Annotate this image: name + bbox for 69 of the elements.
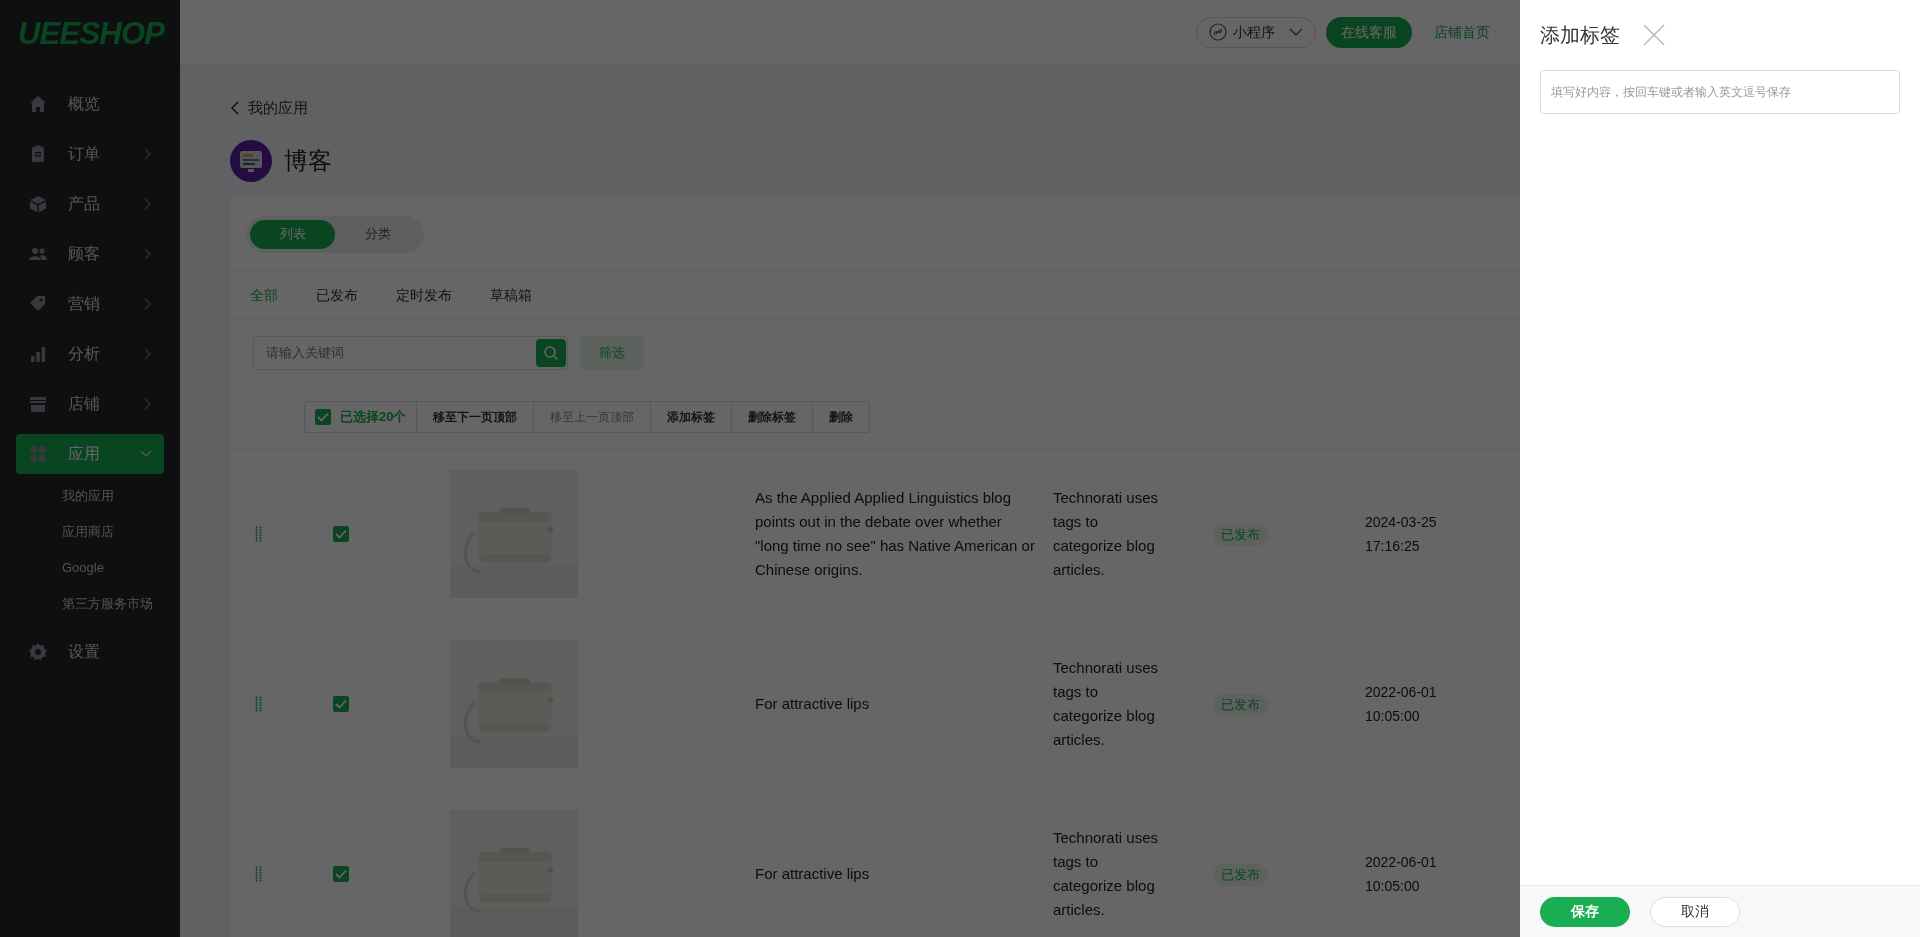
sidebar-subitem[interactable]: 我的应用 [0, 478, 180, 514]
sidebar-subitem[interactable]: Google [0, 550, 180, 586]
post-date: 2024-03-25 [1365, 512, 1437, 532]
checkbox[interactable] [333, 695, 349, 712]
status-badge: 已发布 [1213, 693, 1268, 716]
save-button[interactable]: 保存 [1540, 896, 1630, 927]
post-tags: Technorati uses tags to categorize blog articles. [1053, 825, 1167, 922]
sidebar-item[interactable]: 概览 [16, 84, 164, 124]
post-title: For attractive lips [755, 693, 871, 714]
grid-icon [28, 444, 48, 464]
gear-icon [28, 642, 48, 662]
search-button[interactable] [536, 338, 566, 367]
tag-icon [28, 294, 48, 314]
filter-button[interactable]: 筛选 [580, 335, 644, 370]
box-icon [28, 194, 48, 214]
sidebar-item[interactable]: 分析 [16, 334, 164, 374]
status-tab[interactable]: 已发布 [316, 272, 358, 319]
back-icon[interactable] [230, 101, 240, 115]
post-date: 2022-06-01 [1365, 852, 1437, 872]
cancel-button[interactable]: 取消 [1650, 896, 1740, 927]
sidebar-item[interactable]: 订单 [16, 134, 164, 174]
sidebar-item[interactable]: 顾客 [16, 234, 164, 274]
panel-title: 添加标签 [1540, 23, 1620, 48]
post-tags: Technorati uses tags to categorize blog articles. [1053, 485, 1167, 582]
bulk-action-button[interactable]: 删除 [813, 402, 870, 432]
checkbox[interactable] [333, 865, 349, 882]
chevron-down-icon [1289, 28, 1303, 36]
bulk-action-button[interactable]: 删除标签 [732, 402, 814, 432]
search-icon [543, 344, 559, 361]
checkbox[interactable] [315, 409, 331, 425]
blog-app-icon [230, 140, 272, 182]
status-badge: 已发布 [1213, 523, 1268, 546]
view-toggle-option[interactable]: 列表 [250, 219, 335, 249]
status-badge: 已发布 [1213, 863, 1268, 886]
sidebar-item[interactable]: 产品 [16, 184, 164, 224]
breadcrumb-link[interactable]: 我的应用 [248, 96, 308, 120]
bulk-action-button[interactable]: 移至下一页顶部 [417, 402, 535, 432]
view-toggle-option[interactable]: 分类 [335, 219, 420, 249]
post-time: 10:05:00 [1365, 876, 1420, 896]
post-title: As the Applied Applied Linguistics blog points out in the debate over whether "long time no see" has Native American or Chinese origins. [755, 487, 1036, 580]
post-date: 2022-06-01 [1365, 682, 1437, 702]
post-time: 10:05:00 [1365, 706, 1420, 726]
sidebar-subitem[interactable]: 应用商店 [0, 514, 180, 550]
sidebar-item[interactable]: 应用 [16, 434, 164, 474]
drag-handle-icon[interactable] [255, 695, 262, 712]
sidebar-item[interactable]: 设置 [16, 632, 164, 672]
status-tab[interactable]: 全部 [250, 272, 278, 319]
page-title: 博客 [284, 146, 332, 176]
drag-handle-icon[interactable] [255, 525, 262, 542]
online-service-button[interactable]: 在线客服 [1326, 16, 1412, 48]
post-title: For attractive lips [755, 863, 871, 884]
storefront-icon [28, 394, 48, 414]
modal-overlay[interactable] [0, 0, 1520, 937]
tag-input-field[interactable]: 填写好内容，按回车键或者输入英文逗号保存 [1540, 70, 1900, 114]
link-icon [1209, 23, 1227, 41]
drag-handle-icon[interactable] [255, 865, 262, 882]
post-tags: Technorati uses tags to categorize blog articles. [1053, 655, 1167, 752]
sidebar-item[interactable]: 店铺 [16, 384, 164, 424]
status-tab[interactable]: 草稿箱 [490, 272, 532, 319]
selected-count: 已选择20个 [340, 408, 407, 427]
bar-chart-icon [28, 344, 48, 364]
store-home-link[interactable]: 店铺首页 [1422, 21, 1502, 43]
sidebar-item[interactable]: 营销 [16, 284, 164, 324]
bulk-action-button[interactable]: 添加标签 [651, 402, 733, 432]
post-time: 17:16:25 [1365, 536, 1420, 556]
home-icon [28, 94, 48, 114]
close-icon[interactable] [1642, 23, 1666, 47]
checkbox[interactable] [333, 525, 349, 542]
status-tab[interactable]: 定时发布 [396, 272, 452, 319]
